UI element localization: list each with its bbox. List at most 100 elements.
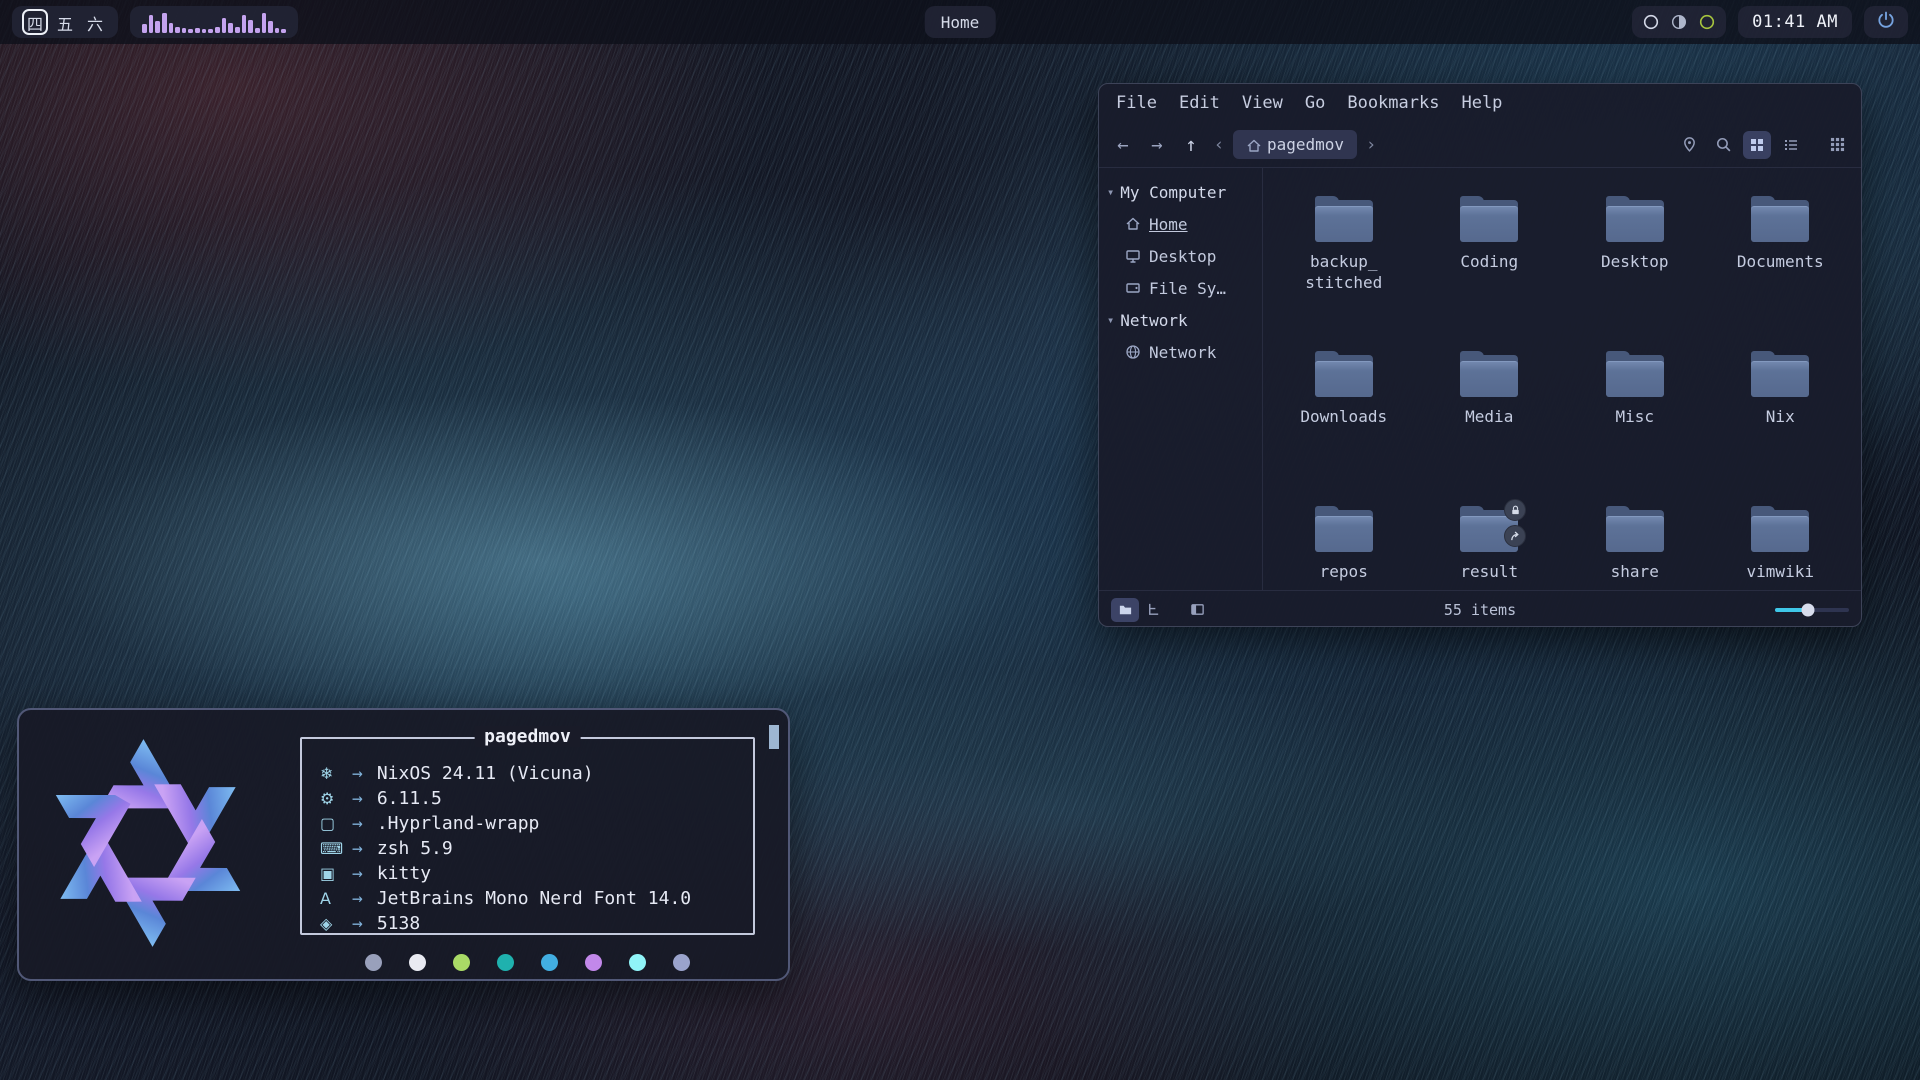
fetch-rows: ❄ → NixOS 24.11 (Vicuna) ⚙ → 6.11.5 ▢ → …	[302, 739, 753, 936]
workspace-label: 四	[27, 11, 43, 35]
zoom-slider-handle[interactable]	[1802, 603, 1815, 616]
power-button[interactable]	[1864, 6, 1908, 38]
visualizer-bar	[268, 21, 273, 33]
fetch-row: ❄ → NixOS 24.11 (Vicuna)	[320, 761, 753, 786]
visualizer-bar	[208, 29, 213, 33]
folder-item-coding[interactable]: Coding	[1417, 192, 1563, 347]
visualizer-bar	[142, 24, 147, 33]
hostname-title: pagedmov	[474, 726, 581, 747]
clock[interactable]: 01:41 AM	[1738, 6, 1852, 38]
top-bar-right: 01:41 AM	[1632, 6, 1908, 38]
sidebar-item-network[interactable]: Network	[1099, 336, 1262, 368]
folder-label: Desktop	[1601, 252, 1668, 273]
folder-label: Downloads	[1300, 407, 1387, 428]
apps-grid-icon[interactable]	[1823, 131, 1851, 159]
folder-item-desktop[interactable]: Desktop	[1562, 192, 1708, 347]
palette-swatch	[629, 954, 646, 971]
menu-file[interactable]: File	[1107, 89, 1166, 117]
grid-view-icon[interactable]	[1743, 131, 1771, 159]
sidebar-section-label: My Computer	[1120, 183, 1226, 202]
circle-outline-icon[interactable]	[1642, 13, 1660, 31]
menu-go[interactable]: Go	[1296, 89, 1334, 117]
sidebar-item-filesy[interactable]: File Sy…	[1099, 272, 1262, 304]
folder-front	[1751, 206, 1809, 242]
breadcrumb-prev-icon[interactable]: ‹	[1211, 135, 1227, 155]
fetch-row-value: 6.11.5	[377, 788, 442, 809]
menu-edit[interactable]: Edit	[1170, 89, 1229, 117]
folder-item-documents[interactable]: Documents	[1708, 192, 1854, 347]
folder-item-misc[interactable]: Misc	[1562, 347, 1708, 502]
audio-visualizer[interactable]	[130, 6, 298, 38]
folder-item-downloads[interactable]: Downloads	[1271, 347, 1417, 502]
breadcrumb-next-icon[interactable]: ›	[1363, 135, 1379, 155]
folder-front	[1315, 206, 1373, 242]
workspace-button-1[interactable]: 四	[22, 9, 48, 35]
system-tray	[1632, 6, 1726, 38]
folder-item-media[interactable]: Media	[1417, 347, 1563, 502]
top-bar-left: 四五六	[12, 6, 298, 38]
list-view-icon[interactable]	[1777, 131, 1805, 159]
folder-grid[interactable]: backup_ stitched Coding Desktop Document…	[1263, 168, 1861, 590]
folder-item-repos[interactable]: repos	[1271, 502, 1417, 590]
folder-icon	[1751, 506, 1809, 552]
sidebar-section-label: Network	[1120, 311, 1187, 330]
sidebar-item-desktop[interactable]: Desktop	[1099, 240, 1262, 272]
menu-bookmarks[interactable]: Bookmarks	[1338, 89, 1448, 117]
green-circle-icon[interactable]	[1698, 13, 1716, 31]
breadcrumb-path-button[interactable]: pagedmov	[1233, 130, 1357, 159]
forward-button[interactable]: →	[1143, 131, 1171, 159]
fetch-info-box: pagedmov ❄ → NixOS 24.11 (Vicuna) ⚙ → 6.…	[300, 737, 755, 935]
folder-item-share[interactable]: share	[1562, 502, 1708, 590]
filesystem-icon	[1125, 280, 1141, 296]
network-icon	[1125, 344, 1141, 360]
folder-tab	[1460, 351, 1484, 361]
menu-view[interactable]: View	[1233, 89, 1292, 117]
arrow-icon: →	[352, 813, 363, 834]
back-button[interactable]: ←	[1109, 131, 1137, 159]
folder-front	[1315, 516, 1373, 552]
folder-item-result[interactable]: result	[1417, 502, 1563, 590]
visualizer-bar	[195, 28, 200, 33]
workspace-switcher[interactable]: 四五六	[12, 6, 118, 38]
folder-front	[1606, 516, 1664, 552]
location-pin-icon[interactable]	[1675, 131, 1703, 159]
palette-swatch	[673, 954, 690, 971]
folder-tab	[1751, 506, 1775, 516]
workspace-button-3[interactable]: 六	[82, 9, 108, 35]
visualizer-bar	[222, 18, 227, 33]
folder-tab	[1460, 506, 1484, 516]
menu-help[interactable]: Help	[1452, 89, 1511, 117]
menu-bar: FileEditViewGoBookmarksHelp	[1099, 84, 1861, 122]
split-panel-icon[interactable]	[1183, 598, 1211, 622]
fetch-row-value: kitty	[377, 863, 431, 884]
wm-icon: ▢	[320, 814, 350, 833]
collapse-arrow-icon: ▾	[1107, 185, 1114, 199]
zoom-slider[interactable]	[1775, 608, 1849, 612]
sidebar-item-home[interactable]: Home	[1099, 208, 1262, 240]
top-bar-center: Home	[925, 6, 996, 38]
folder-front	[1751, 516, 1809, 552]
visualizer-bar	[155, 21, 160, 33]
folder-item-backup_-stitched[interactable]: backup_ stitched	[1271, 192, 1417, 347]
search-icon[interactable]	[1709, 131, 1737, 159]
folder-item-nix[interactable]: Nix	[1708, 347, 1854, 502]
workspace-label: 六	[87, 11, 103, 35]
up-button[interactable]: ↑	[1177, 131, 1205, 159]
folder-label: vimwiki	[1747, 562, 1814, 583]
visualizer-bar	[182, 28, 187, 33]
terminal-window[interactable]: pagedmov ❄ → NixOS 24.11 (Vicuna) ⚙ → 6.…	[17, 708, 790, 981]
sidebar-section: ▾ Network Network	[1099, 304, 1262, 368]
sidebar-section-header[interactable]: ▾ My Computer	[1099, 176, 1262, 208]
folder-front	[1460, 206, 1518, 242]
half-circle-icon[interactable]	[1670, 13, 1688, 31]
fetch-row-value: zsh 5.9	[377, 838, 453, 859]
folder-item-vimwiki[interactable]: vimwiki	[1708, 502, 1854, 590]
active-window-title[interactable]: Home	[925, 6, 996, 38]
nixos-logo	[41, 736, 255, 954]
workspace-button-2[interactable]: 五	[52, 9, 78, 35]
folder-icon	[1606, 196, 1664, 242]
tree-pane-icon[interactable]	[1139, 598, 1167, 622]
folder-pane-icon[interactable]	[1111, 598, 1139, 622]
top-bar: 四五六 Home 01:41 AM	[0, 0, 1920, 44]
sidebar-section-header[interactable]: ▾ Network	[1099, 304, 1262, 336]
